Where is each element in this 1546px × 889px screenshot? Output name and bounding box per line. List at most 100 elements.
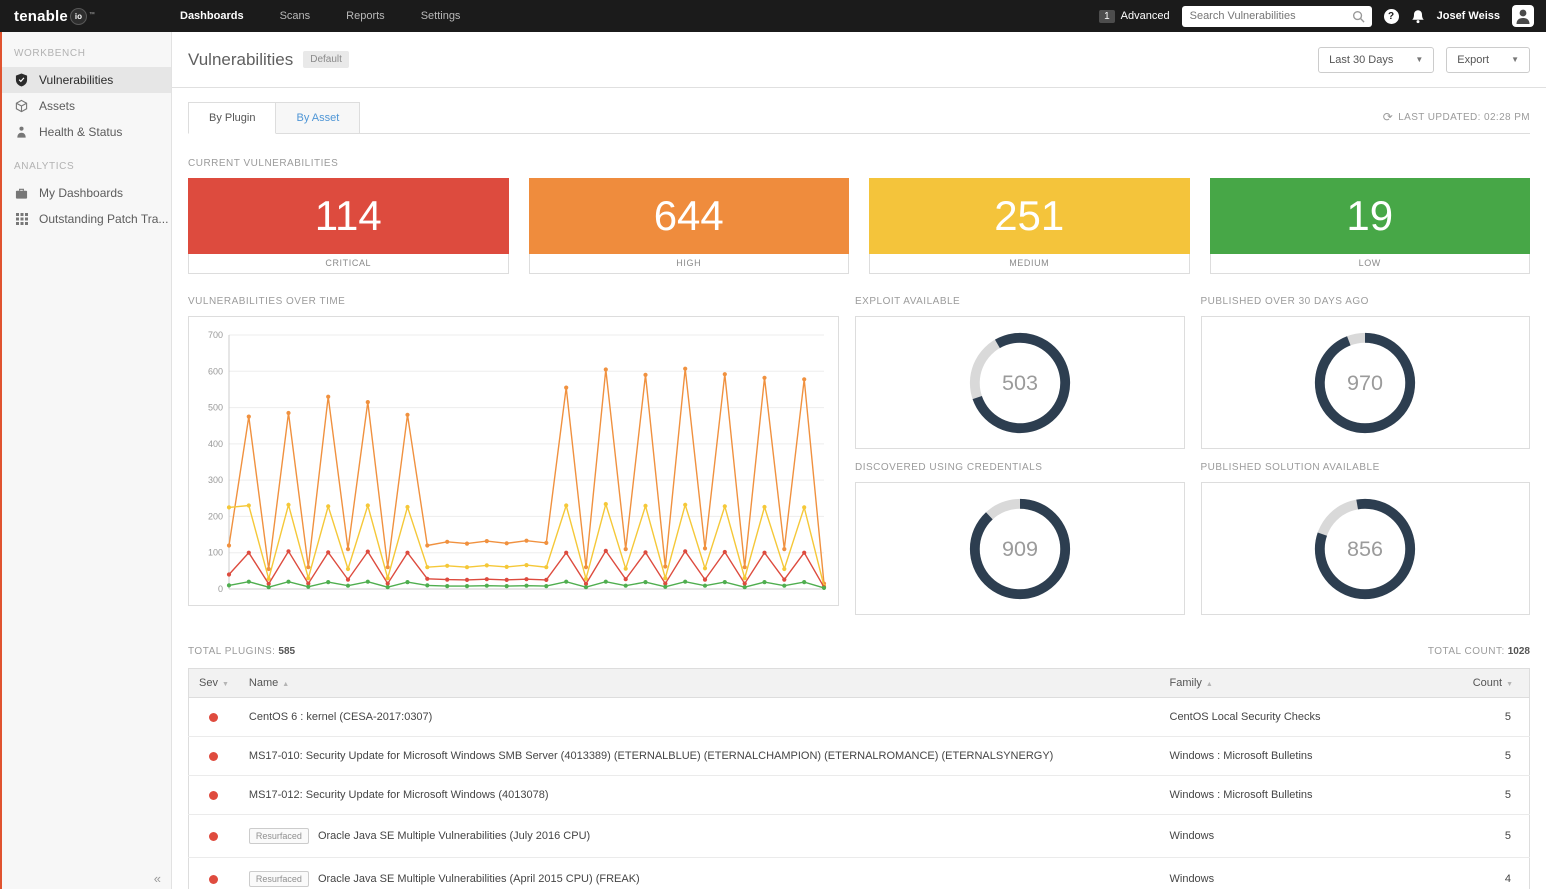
advanced-search-toggle[interactable]: 1 Advanced [1099,9,1170,23]
default-badge: Default [303,51,349,68]
nav-item-dashboards[interactable]: Dashboards [162,0,262,32]
help-icon[interactable]: ? [1383,8,1399,24]
donut-chart[interactable]: 970 [1200,316,1530,449]
donut-value: 970 [1347,369,1383,394]
sidebar-item-label: Assets [39,99,76,113]
severity-dot [209,831,219,841]
nav-item-settings[interactable]: Settings [403,0,479,32]
last-updated: ⟳ LAST UPDATED: 02:28 PM [1383,110,1530,133]
line-chart: 0 100 200 300 400 500 600 700 [188,316,839,606]
plugin-count: 5 [1459,697,1530,737]
primary-nav: Dashboards Scans Reports Settings [162,0,478,32]
table-row[interactable]: MS17-012: Security Update for Microsoft … [188,775,1530,815]
top-navbar: tenable io ™ Dashboards Scans Reports Se… [0,0,1546,32]
plugins-table: Sev ▼ Name ▲ Family ▲ Count ▼ CentOS 6 : ker… [188,668,1530,889]
notifications-bell-icon[interactable] [1411,9,1425,24]
resurfaced-badge: Resurfaced [248,828,309,844]
svg-text:100: 100 [208,548,223,558]
sidebar-item-my-dashboards[interactable]: My Dashboards [0,180,171,206]
sort-icon: ▲ [1205,681,1213,688]
column-header-family[interactable]: Family ▲ [1159,668,1460,698]
table-row[interactable]: MS17-010: Security Update for Microsoft … [188,736,1530,776]
plugin-family: Windows : Microsoft Bulletins [1159,736,1460,776]
stat-value: 19 [1346,192,1394,239]
table-row[interactable]: Resurfaced Oracle Java SE Multiple Vulner… [188,857,1530,889]
published-over-30-days-widget: PUBLISHED OVER 30 DAYS AGO 970 [1200,296,1530,449]
user-name[interactable]: Josef Weiss [1437,10,1500,22]
sidebar-item-assets[interactable]: Assets [0,93,171,119]
shield-icon [14,73,29,87]
plugin-name: MS17-010: Security Update for Microsoft … [248,750,1054,762]
last-updated-text: LAST UPDATED: 02:28 PM [1398,111,1530,123]
advanced-count-badge: 1 [1099,9,1115,23]
total-plugins: TOTAL PLUGINS: 585 [188,646,296,657]
stat-card-high[interactable]: 644 HIGH [528,178,849,274]
donut-title: DISCOVERED USING CREDENTIALS [855,462,1043,473]
search-icon[interactable] [1352,10,1365,28]
search-box [1181,5,1372,28]
tab-by-asset[interactable]: By Asset [276,102,361,134]
donut-value: 909 [1002,535,1038,560]
column-header-name[interactable]: Name ▲ [238,668,1160,698]
sort-icon: ▼ [221,681,229,688]
svg-text:400: 400 [208,439,223,449]
export-button[interactable]: Export ▼ [1446,46,1530,73]
briefcase-icon [14,187,29,200]
stat-value: 114 [314,192,382,239]
svg-text:700: 700 [208,330,223,340]
column-header-sev[interactable]: Sev ▼ [188,668,239,698]
sidebar-item-vulnerabilities[interactable]: Vulnerabilities [0,67,171,93]
date-range-selector[interactable]: Last 30 Days ▼ [1318,46,1435,73]
svg-text:0: 0 [218,584,223,594]
sidebar-item-label: My Dashboards [39,186,124,200]
grid-icon [14,213,29,225]
donut-title: EXPLOIT AVAILABLE [855,296,961,307]
user-avatar-icon[interactable] [1512,5,1534,27]
plugin-family: Windows [1159,814,1460,858]
table-row[interactable]: Resurfaced Oracle Java SE Multiple Vulner… [188,814,1530,858]
donut-chart[interactable]: 856 [1200,482,1530,615]
plugin-family: Windows : Microsoft Bulletins [1159,775,1460,815]
page-header: Vulnerabilities Default Last 30 Days ▼ E… [172,32,1546,88]
plugin-count: 5 [1459,736,1530,776]
stat-card-critical[interactable]: 114 CRITICAL [188,178,509,274]
donut-chart[interactable]: 909 [855,482,1185,615]
plugin-name: CentOS 6 : kernel (CESA-2017:0307) [248,711,433,723]
stat-card-low[interactable]: 19 LOW [1209,178,1530,274]
brand-trademark: ™ [88,11,95,18]
stat-card-medium[interactable]: 251 MEDIUM [869,178,1190,274]
nav-item-scans[interactable]: Scans [262,0,329,32]
table-row[interactable]: CentOS 6 : kernel (CESA-2017:0307) CentO… [188,697,1530,737]
line-chart-svg: 0 100 200 300 400 500 600 700 [208,330,827,594]
nav-item-reports[interactable]: Reports [328,0,403,32]
sidebar-item-label: Outstanding Patch Tra... [39,212,169,226]
total-count: TOTAL COUNT: 1028 [1427,646,1530,657]
sidebar-section-workbench: WORKBENCH [14,48,86,59]
plugin-name: Oracle Java SE Multiple Vulnerabilities … [317,829,591,842]
vulnerabilities-over-time-widget: VULNERABILITIES OVER TIME 0 100 200 300 400 5… [188,296,839,615]
plugin-family: Windows [1159,857,1460,889]
donut-chart[interactable]: 503 [855,316,1185,449]
donut-value: 856 [1347,535,1383,560]
discovered-using-credentials-widget: DISCOVERED USING CREDENTIALS 909 [855,462,1185,615]
refresh-icon[interactable]: ⟳ [1383,110,1393,124]
brand-logo[interactable]: tenable io ™ [0,7,162,25]
sidebar-item-outstanding-patch[interactable]: Outstanding Patch Tra... [0,206,171,232]
health-status-icon [14,125,29,139]
svg-text:500: 500 [208,403,223,413]
plugin-family: CentOS Local Security Checks [1159,697,1460,737]
sidebar-collapse-button[interactable]: « [0,867,171,889]
main-content: Vulnerabilities Default Last 30 Days ▼ E… [172,32,1546,889]
column-header-count[interactable]: Count ▼ [1459,668,1530,698]
svg-text:300: 300 [208,475,223,485]
severity-dot [209,790,219,800]
sidebar-item-health-status[interactable]: Health & Status [0,119,171,145]
tab-by-plugin[interactable]: By Plugin [188,102,277,134]
section-title: CURRENT VULNERABILITIES [188,158,339,169]
severity-dot [209,751,219,761]
stat-label: HIGH [528,254,849,274]
svg-text:200: 200 [208,511,223,521]
plugin-count: 5 [1459,814,1530,858]
severity-dot [209,874,219,884]
search-input[interactable] [1181,5,1372,27]
